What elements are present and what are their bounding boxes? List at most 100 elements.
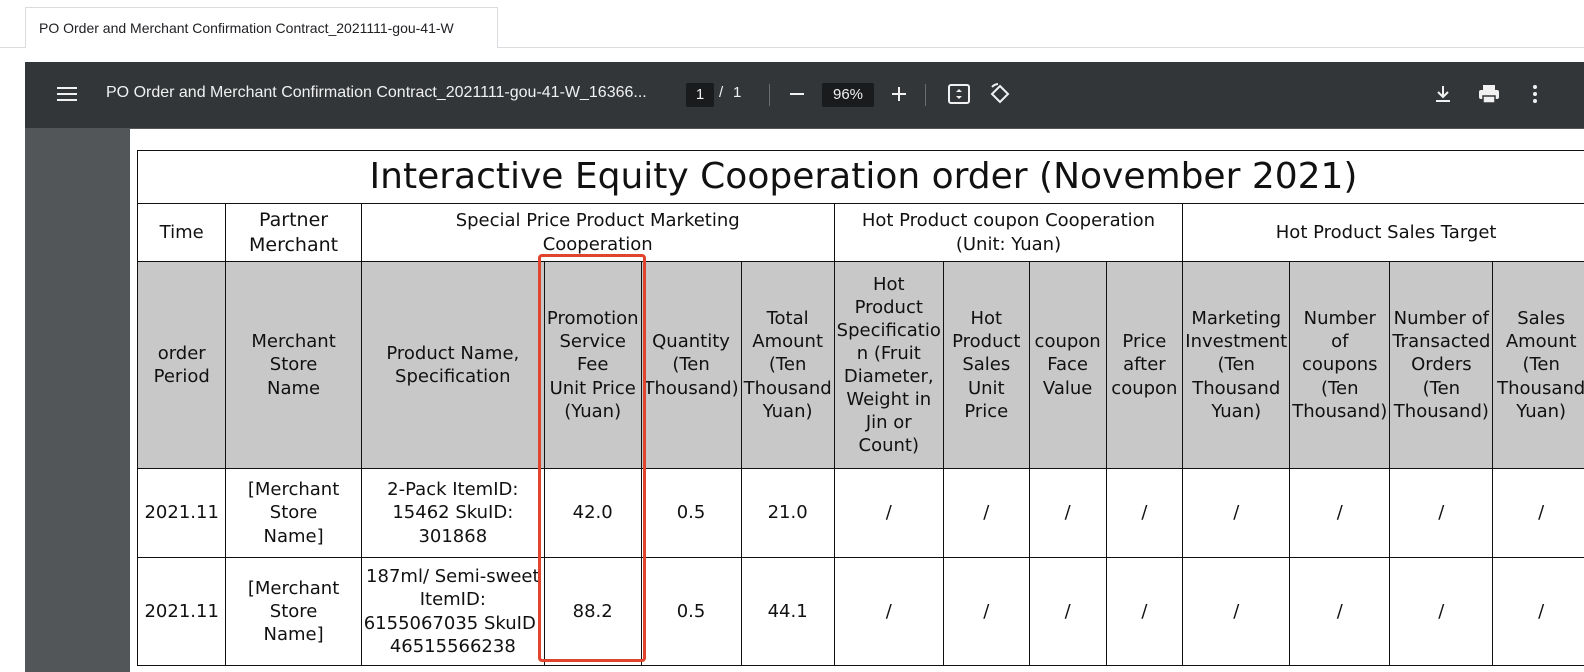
- column-header: Price after coupon: [1105, 261, 1184, 469]
- fit-page-icon[interactable]: [947, 82, 971, 106]
- cell-product-line: 6155067035 SkuID:: [363, 612, 542, 634]
- zoom-in-icon[interactable]: [887, 82, 911, 106]
- header-line: Hot: [970, 308, 1003, 330]
- cell-empty-line: /: [1064, 502, 1071, 524]
- cell-quantity-line: 0.5: [676, 502, 706, 524]
- browser-tab-strip: PO Order and Merchant Confirmation Contr…: [0, 0, 1584, 48]
- header-line: Weight in: [846, 389, 932, 411]
- header-line: Count): [858, 435, 919, 457]
- viewer-side-margin: [25, 128, 129, 672]
- cell-product-line: 15462 SkuID:: [392, 502, 514, 524]
- cell-period-line: 2021.11: [144, 502, 219, 524]
- header-line: Period: [153, 366, 210, 387]
- header-line: Yuan): [1211, 400, 1262, 422]
- toolbar-divider: [769, 84, 770, 106]
- table-title: Interactive Equity Cooperation order (No…: [137, 150, 1584, 204]
- header-line: Quantity: [652, 331, 730, 353]
- cell-empty: /: [1182, 557, 1291, 666]
- cell-quantity: 0.5: [640, 557, 742, 666]
- cell-unit-price-line: 88.2: [572, 600, 613, 622]
- group-coupon-cooperation: Hot Product coupon Cooperation (Unit: Yu…: [833, 203, 1184, 262]
- menu-icon[interactable]: [55, 82, 79, 106]
- column-header: Quantity (Ten Thousand): [640, 261, 742, 469]
- cell-empty-line: /: [1538, 502, 1545, 524]
- header-line: Promotion: [546, 308, 639, 330]
- cell-total-amount: 21.0: [740, 468, 835, 558]
- header-line: Yuan): [762, 400, 813, 422]
- table-row: 2021.11 [Merchant Store Name] 187ml/ Semi-s…: [136, 557, 1584, 666]
- column-header: Number of Transacted Orders (Ten Thousand): [1389, 261, 1494, 469]
- cell-empty: /: [1289, 468, 1391, 558]
- cell-empty-line: /: [1336, 600, 1343, 622]
- column-header: Merchant Store Name: [225, 261, 362, 469]
- more-options-icon[interactable]: [1523, 82, 1547, 106]
- cell-empty: /: [1182, 468, 1291, 558]
- page-total: 1: [733, 84, 742, 101]
- cell-empty: /: [942, 557, 1030, 666]
- header-line: Diameter,: [843, 366, 934, 387]
- column-header: Product Name, Specification: [360, 261, 545, 469]
- cell-empty-line: /: [1141, 600, 1148, 622]
- cell-empty: /: [1389, 557, 1494, 666]
- pdf-page: Interactive Equity Cooperation order (No…: [130, 129, 1584, 672]
- zoom-out-icon[interactable]: [785, 82, 809, 106]
- column-header: Number of coupons (Ten Thousand): [1289, 261, 1391, 469]
- header-line: Sales: [1517, 308, 1566, 330]
- cell-unit-price-line: 42.0: [572, 502, 613, 524]
- document-title: PO Order and Merchant Confirmation Contr…: [106, 84, 647, 101]
- header-line: (Ten: [768, 354, 807, 376]
- cell-period: 2021.11: [136, 557, 227, 666]
- cell-total-amount-line: 44.1: [767, 600, 808, 622]
- order-table: Interactive Equity Cooperation order (No…: [136, 150, 1584, 666]
- rotate-icon[interactable]: [988, 82, 1012, 106]
- header-line: Orders: [1411, 354, 1472, 376]
- header-line: after: [1123, 354, 1166, 376]
- group-sales-target: Hot Product Sales Target: [1182, 203, 1584, 262]
- header-line: (Ten: [1422, 377, 1461, 399]
- toolbar-divider: [925, 84, 926, 106]
- header-line: coupons: [1301, 354, 1378, 376]
- header-line: Sales Unit: [962, 354, 1011, 399]
- cell-empty-line: /: [983, 502, 990, 524]
- header-line: Product Name,: [386, 342, 520, 364]
- header-line: (Ten: [1321, 377, 1359, 399]
- download-icon[interactable]: [1431, 82, 1455, 106]
- cell-merchant-store-line: Name]: [263, 624, 324, 646]
- header-line: n (Fruit: [856, 342, 921, 364]
- cell-product-line: 2-Pack ItemID:: [387, 479, 519, 501]
- header-line: Price: [1122, 331, 1167, 353]
- group-label: Hot Product coupon Cooperation: [861, 210, 1156, 232]
- cell-unit-price: 88.2: [543, 557, 642, 666]
- page-separator: /: [719, 84, 724, 101]
- print-icon[interactable]: [1477, 82, 1501, 106]
- cell-product-line: 301868: [418, 525, 488, 547]
- cell-total-amount-line: 21.0: [767, 502, 808, 524]
- cell-quantity-line: 0.5: [676, 600, 706, 622]
- header-line: Thousand: [1192, 377, 1281, 399]
- group-partner-merchant: Partner Merchant: [225, 203, 362, 262]
- browser-tab[interactable]: PO Order and Merchant Confirmation Contr…: [25, 7, 498, 48]
- column-header: Hot Product Sales Unit Price: [942, 261, 1030, 469]
- header-line: Thousand): [1393, 400, 1489, 422]
- cell-merchant-store-line: Name]: [263, 525, 324, 547]
- cell-empty-line: /: [1233, 600, 1240, 622]
- page-number-input[interactable]: 1: [686, 83, 714, 107]
- header-line: Number of: [1393, 308, 1490, 330]
- header-line: Investment: [1185, 331, 1288, 353]
- column-header: Sales Amount (Ten Thousand Yuan): [1492, 261, 1584, 469]
- zoom-level-input[interactable]: 96%: [822, 83, 874, 107]
- header-line: (Ten: [672, 354, 710, 376]
- cell-unit-price: 42.0: [543, 468, 642, 558]
- cell-empty-line: /: [983, 600, 990, 622]
- cell-merchant-store: [Merchant Store Name]: [225, 468, 362, 558]
- cell-empty-line: /: [1438, 600, 1445, 622]
- cell-product-line: 46515566238: [389, 635, 516, 657]
- cell-empty-line: /: [1538, 600, 1545, 622]
- cell-product-line: 187ml/ Semi-sweet: [366, 566, 540, 588]
- cell-empty-line: /: [1233, 502, 1240, 524]
- group-special-price: Special Price Product Marketing Cooperat…: [360, 203, 835, 262]
- column-header: Marketing Investment (Ten Thousand Yuan): [1182, 261, 1291, 469]
- header-line: Hot Product: [854, 273, 923, 318]
- cell-product: 187ml/ Semi-sweet ItemID: 6155067035 SkuID…: [360, 557, 545, 666]
- cell-empty-line: /: [885, 502, 892, 524]
